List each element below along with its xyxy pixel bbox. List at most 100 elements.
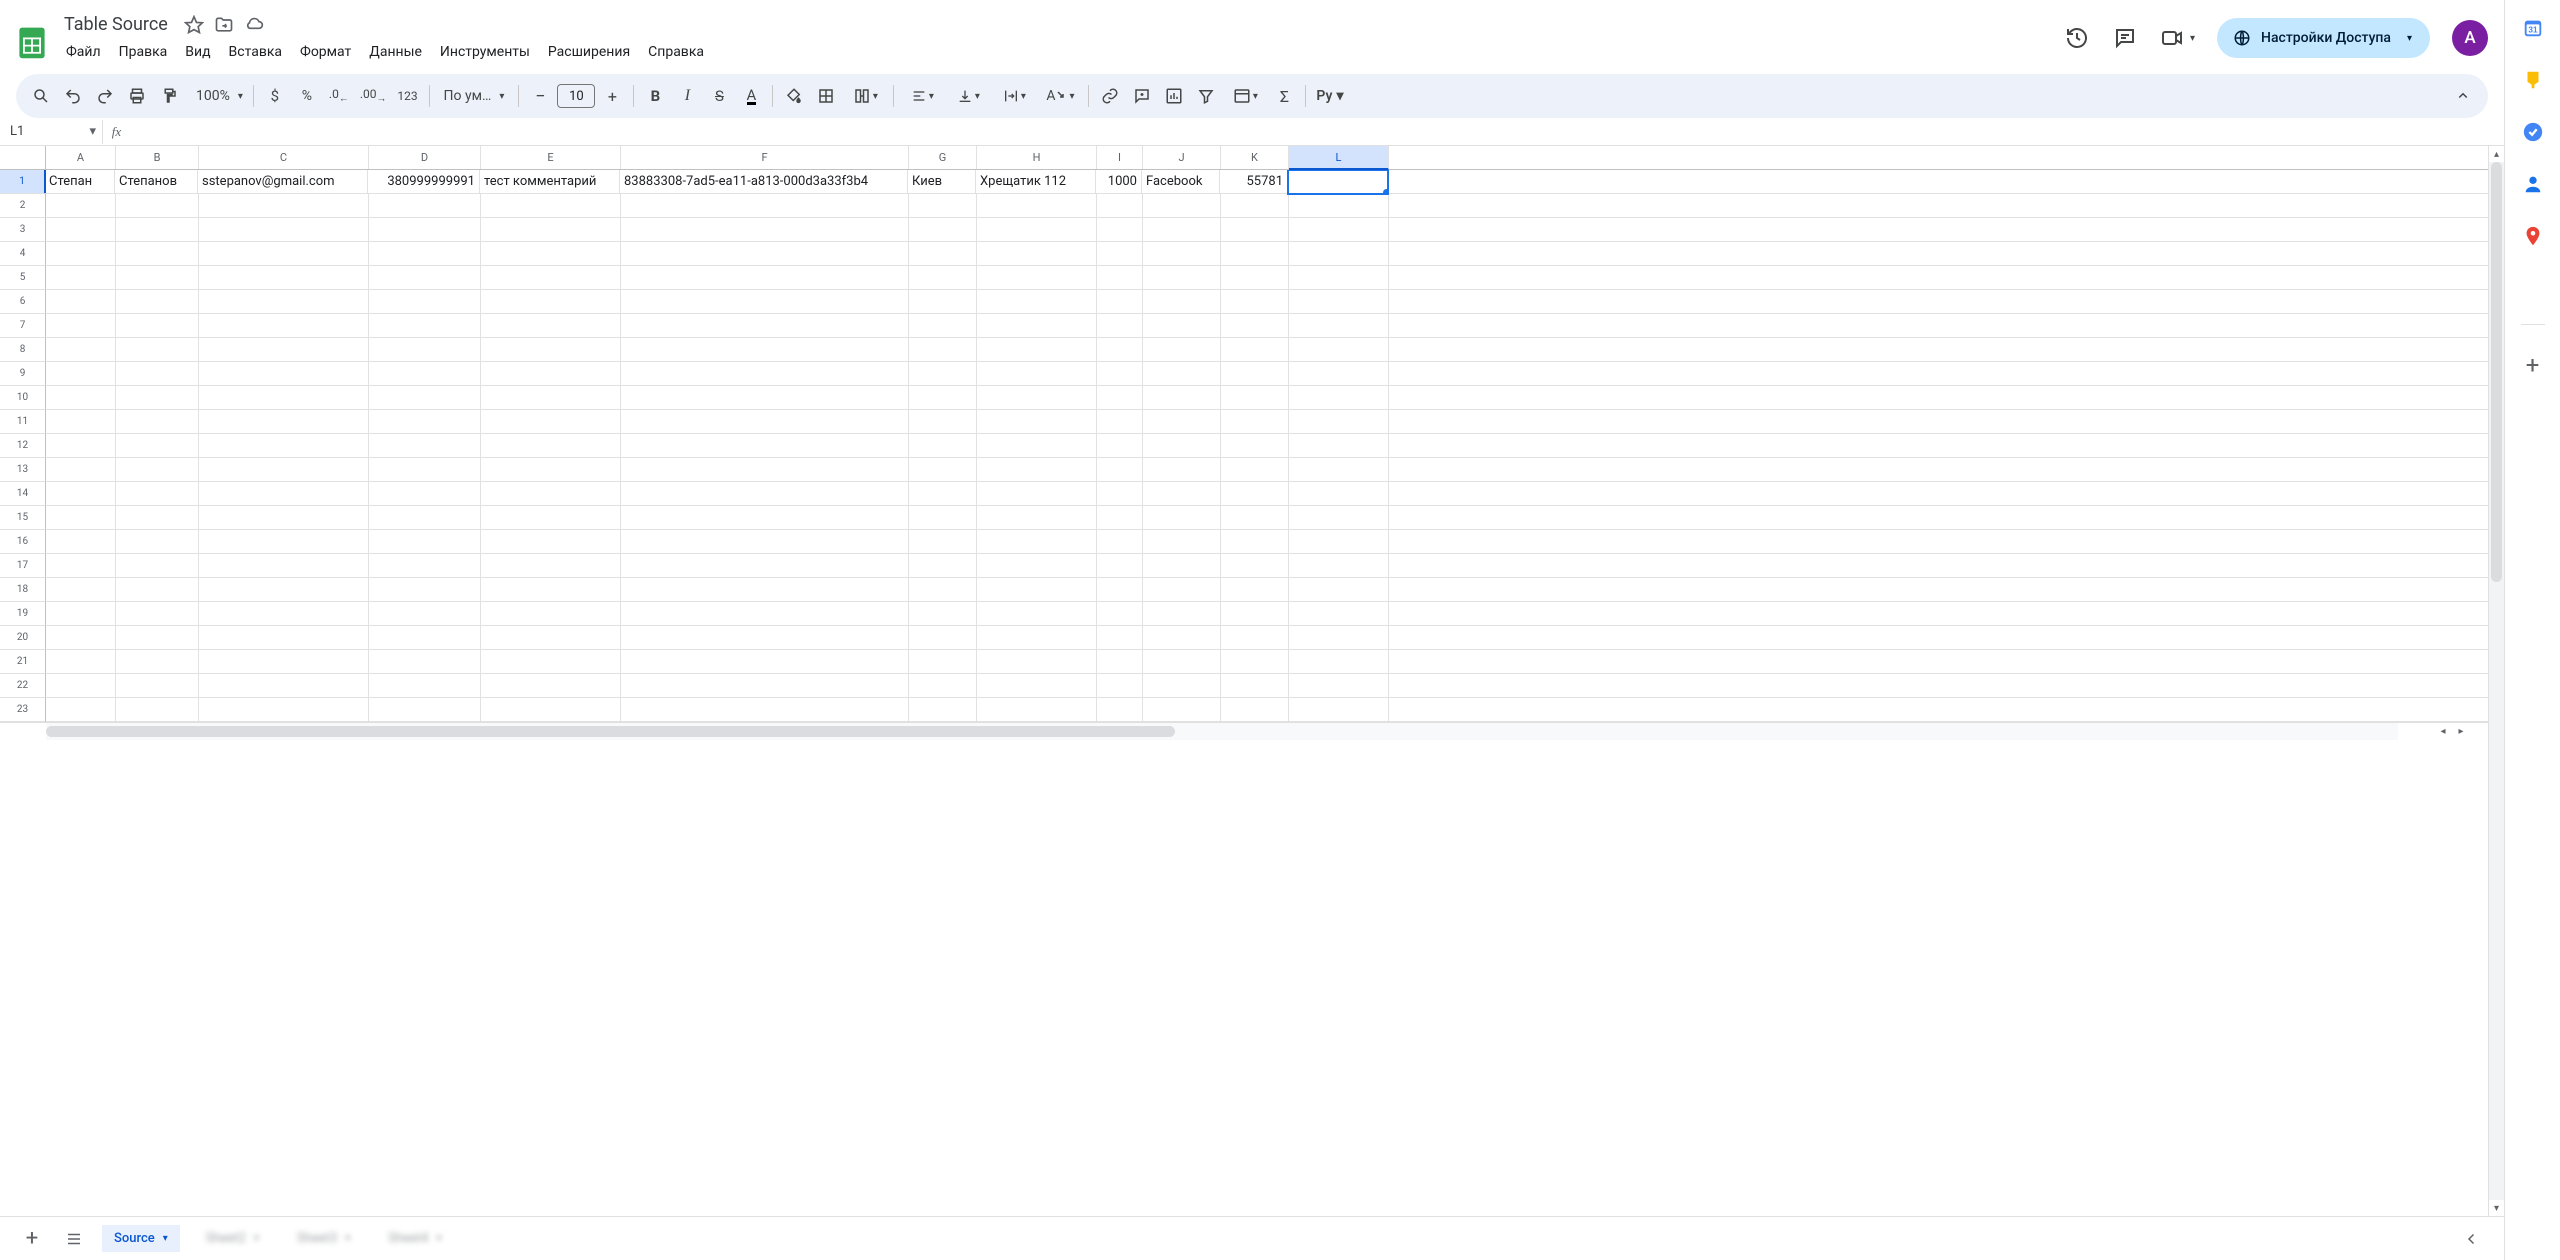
- row-header[interactable]: 23: [0, 698, 46, 722]
- cell[interactable]: [1221, 362, 1289, 386]
- cell[interactable]: [481, 194, 621, 218]
- cell[interactable]: [116, 290, 199, 314]
- cell[interactable]: [369, 698, 481, 722]
- cell[interactable]: [621, 194, 909, 218]
- cell[interactable]: [46, 434, 116, 458]
- cell[interactable]: Facebook: [1142, 170, 1220, 194]
- cell[interactable]: [1097, 290, 1143, 314]
- menu-инструменты[interactable]: Инструменты: [432, 40, 538, 64]
- cell[interactable]: [1143, 266, 1221, 290]
- cell[interactable]: [369, 386, 481, 410]
- add-sheet-icon[interactable]: +: [18, 1225, 46, 1253]
- cell[interactable]: [199, 362, 369, 386]
- cell[interactable]: [1097, 362, 1143, 386]
- cell[interactable]: [1288, 170, 1388, 194]
- row-header[interactable]: 2: [0, 194, 46, 218]
- cell[interactable]: [116, 386, 199, 410]
- cell[interactable]: [1097, 482, 1143, 506]
- cell[interactable]: [1289, 362, 1389, 386]
- strikethrough-icon[interactable]: S: [704, 81, 734, 111]
- cell[interactable]: [1289, 290, 1389, 314]
- cell[interactable]: [199, 314, 369, 338]
- cell[interactable]: [1143, 506, 1221, 530]
- cell[interactable]: [977, 338, 1097, 362]
- cell[interactable]: [199, 266, 369, 290]
- cell[interactable]: [369, 194, 481, 218]
- cell[interactable]: [977, 218, 1097, 242]
- cell[interactable]: [481, 266, 621, 290]
- cell[interactable]: [1221, 242, 1289, 266]
- cell[interactable]: [46, 410, 116, 434]
- cell[interactable]: [1289, 578, 1389, 602]
- cell[interactable]: [369, 578, 481, 602]
- increase-font-size[interactable]: +: [597, 81, 627, 111]
- cell[interactable]: [977, 698, 1097, 722]
- cell[interactable]: [909, 194, 977, 218]
- python-icon[interactable]: Py▾: [1312, 81, 1347, 111]
- cell[interactable]: [481, 650, 621, 674]
- cell[interactable]: [1289, 434, 1389, 458]
- column-header[interactable]: H: [977, 146, 1097, 169]
- tasks-icon[interactable]: [2521, 120, 2545, 144]
- cell[interactable]: [199, 218, 369, 242]
- cell[interactable]: [116, 506, 199, 530]
- cell[interactable]: [46, 338, 116, 362]
- cell[interactable]: [46, 194, 116, 218]
- cell[interactable]: [621, 290, 909, 314]
- cell[interactable]: [621, 458, 909, 482]
- cell[interactable]: Степанов: [115, 170, 198, 194]
- cell[interactable]: [621, 242, 909, 266]
- cell[interactable]: [1097, 506, 1143, 530]
- cell[interactable]: [909, 458, 977, 482]
- cell[interactable]: [1097, 626, 1143, 650]
- cell[interactable]: [1097, 242, 1143, 266]
- cell[interactable]: [909, 626, 977, 650]
- cell[interactable]: [116, 554, 199, 578]
- cell[interactable]: [621, 266, 909, 290]
- cell[interactable]: [1221, 290, 1289, 314]
- cell[interactable]: [1143, 482, 1221, 506]
- cell[interactable]: [621, 626, 909, 650]
- filter-views-icon[interactable]: ▾: [1223, 81, 1267, 111]
- cell[interactable]: [1221, 434, 1289, 458]
- cell[interactable]: [977, 434, 1097, 458]
- column-header[interactable]: B: [116, 146, 199, 169]
- column-header[interactable]: L: [1289, 146, 1389, 170]
- column-header[interactable]: J: [1143, 146, 1221, 169]
- star-icon[interactable]: [184, 15, 204, 35]
- cell[interactable]: [909, 242, 977, 266]
- cell[interactable]: [481, 338, 621, 362]
- horizontal-scrollbar[interactable]: ◂ ▸: [0, 722, 2488, 740]
- cell[interactable]: [1097, 434, 1143, 458]
- cell[interactable]: [621, 650, 909, 674]
- currency-icon[interactable]: $: [260, 81, 290, 111]
- cell[interactable]: [909, 218, 977, 242]
- name-box[interactable]: L1 ▾: [4, 120, 102, 144]
- cell[interactable]: [1221, 530, 1289, 554]
- undo-icon[interactable]: [58, 81, 88, 111]
- cell[interactable]: [1221, 506, 1289, 530]
- cell[interactable]: [369, 674, 481, 698]
- maps-icon[interactable]: [2521, 224, 2545, 248]
- cell[interactable]: [909, 578, 977, 602]
- cell[interactable]: [481, 314, 621, 338]
- decrease-font-size[interactable]: −: [525, 81, 555, 111]
- cell[interactable]: [909, 530, 977, 554]
- cell[interactable]: [909, 506, 977, 530]
- cell[interactable]: [481, 530, 621, 554]
- cell[interactable]: [481, 386, 621, 410]
- cell[interactable]: [369, 266, 481, 290]
- redo-icon[interactable]: [90, 81, 120, 111]
- cell[interactable]: [481, 434, 621, 458]
- cell[interactable]: [1221, 602, 1289, 626]
- cell[interactable]: [116, 362, 199, 386]
- cell[interactable]: [1143, 650, 1221, 674]
- column-header[interactable]: I: [1097, 146, 1143, 169]
- cell[interactable]: [977, 650, 1097, 674]
- row-header[interactable]: 1: [0, 170, 46, 194]
- select-all-corner[interactable]: [0, 146, 46, 169]
- row-header[interactable]: 15: [0, 506, 46, 530]
- cell[interactable]: [1221, 218, 1289, 242]
- cell[interactable]: [369, 362, 481, 386]
- cell[interactable]: [116, 194, 199, 218]
